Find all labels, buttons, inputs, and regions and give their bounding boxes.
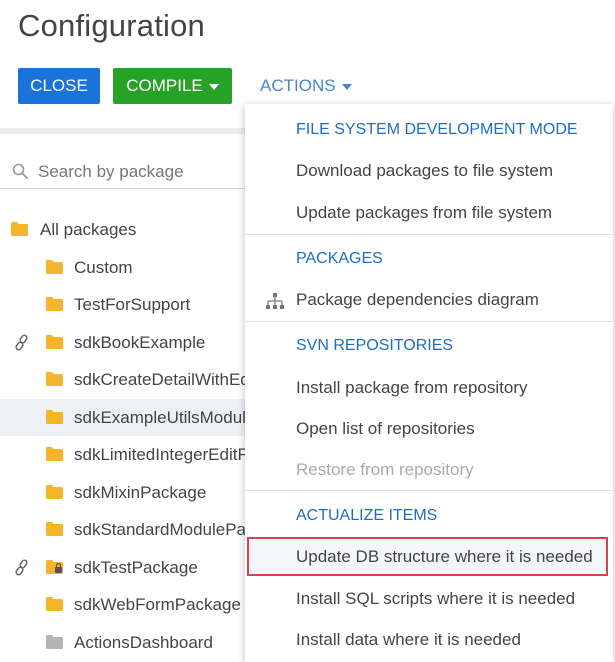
hierarchy-diagram-icon: [266, 293, 284, 309]
menu-item-update-packages[interactable]: Update packages from file system: [245, 194, 613, 234]
menu-item-update-db-structure[interactable]: Update DB structure where it is needed: [245, 538, 613, 578]
tree-item-label: sdkWebFormPackage: [74, 595, 241, 614]
menu-item-label: Install package from repository: [296, 378, 528, 397]
menu-item-label: Update packages from file system: [296, 203, 553, 222]
actions-button-label: ACTIONS: [260, 76, 336, 95]
tree-item[interactable]: sdkStandardModulePa: [0, 511, 247, 549]
actions-button[interactable]: ACTIONS: [260, 68, 360, 104]
menu-item-download-packages[interactable]: Download packages to file system: [245, 152, 613, 192]
tree-item-label: sdkCreateDetailWithEd: [74, 370, 250, 389]
compile-button-label: COMPILE: [126, 76, 203, 95]
tree-item[interactable]: ActionsDashboard: [0, 624, 245, 662]
tree-item-label: All packages: [40, 220, 137, 239]
menu-item-label: Install SQL scripts where it is needed: [296, 589, 576, 608]
folder-icon: [46, 447, 63, 461]
menu-divider: [245, 234, 613, 235]
tree-item-label: sdkStandardModulePa: [74, 520, 247, 539]
menu-item-label: Restore from repository: [296, 460, 474, 479]
menu-section-svn: SVN REPOSITORIES: [245, 327, 613, 367]
page-title: Configuration: [18, 8, 205, 43]
tree-item-all-packages[interactable]: All packages: [0, 211, 245, 249]
folder-icon: [46, 259, 63, 274]
tree-item-label: TestForSupport: [74, 295, 191, 314]
folder-icon: [11, 222, 28, 236]
tree-item[interactable]: sdkWebFormPackage: [0, 586, 245, 624]
menu-item-label: Open list of repositories: [296, 419, 475, 438]
locked-folder-icon: [46, 559, 63, 574]
folder-icon: [46, 334, 63, 349]
package-search: [0, 156, 245, 189]
tree-item[interactable]: sdkBookExample: [0, 324, 245, 362]
tree-item-label: ActionsDashboard: [74, 632, 213, 652]
menu-section-label: PACKAGES: [296, 250, 383, 267]
menu-section-actualize: ACTUALIZE ITEMS: [245, 497, 613, 537]
menu-item-install-from-repository[interactable]: Install package from repository: [245, 369, 613, 409]
compile-button[interactable]: COMPILE: [113, 68, 232, 104]
chevron-down-icon: [341, 83, 352, 90]
tree-item[interactable]: sdkMixinPackage: [0, 474, 245, 512]
search-input[interactable]: [38, 160, 238, 184]
link-icon: [15, 334, 28, 350]
search-icon: [12, 163, 28, 179]
toolbar-separator: [0, 128, 245, 134]
tree-item-label: sdkExampleUtilsModul: [74, 407, 246, 427]
tree-item-selected[interactable]: sdkExampleUtilsModul: [0, 398, 246, 436]
folder-icon: [46, 409, 63, 424]
folder-icon: [46, 372, 63, 386]
chevron-down-icon: [208, 83, 219, 90]
folder-icon: [46, 634, 63, 649]
menu-item-label: Install data where it is needed: [296, 630, 521, 649]
menu-item-install-data[interactable]: Install data where it is needed: [245, 621, 613, 661]
tree-item[interactable]: sdkCreateDetailWithEd: [0, 361, 250, 399]
tree-item-label: sdkLimitedIntegerEditF: [74, 445, 248, 464]
menu-item-label: Download packages to file system: [296, 161, 554, 180]
close-button[interactable]: CLOSE: [18, 68, 100, 104]
menu-section-packages: PACKAGES: [245, 240, 613, 280]
package-tree: All packages Custom TestForSupport sdkBo…: [0, 211, 250, 662]
menu-section-file-system: FILE SYSTEM DEVELOPMENT MODE: [245, 111, 613, 151]
tree-item-label: sdkTestPackage: [74, 557, 198, 577]
tree-item-label: sdkMixinPackage: [74, 482, 207, 502]
menu-divider: [245, 321, 613, 322]
link-icon: [15, 559, 28, 575]
menu-item-open-repositories[interactable]: Open list of repositories: [245, 410, 613, 450]
menu-item-restore-from-repository: Restore from repository: [245, 451, 613, 491]
folder-icon: [46, 597, 63, 611]
folder-icon: [46, 522, 63, 536]
folder-icon: [46, 484, 63, 499]
close-button-label: CLOSE: [30, 76, 88, 95]
menu-divider: [245, 490, 613, 491]
menu-section-label: FILE SYSTEM DEVELOPMENT MODE: [296, 121, 578, 138]
menu-item-dependencies-diagram[interactable]: Package dependencies diagram: [245, 281, 613, 321]
menu-item-install-sql-scripts[interactable]: Install SQL scripts where it is needed: [245, 580, 613, 620]
tree-item[interactable]: TestForSupport: [0, 286, 245, 324]
tree-item[interactable]: Custom: [0, 249, 245, 287]
menu-section-label: SVN REPOSITORIES: [296, 337, 454, 354]
tree-item[interactable]: sdkLimitedIntegerEditF: [0, 436, 248, 474]
tree-item-label: sdkBookExample: [74, 332, 206, 352]
tree-item[interactable]: sdkTestPackage: [0, 549, 245, 587]
tree-item-label: Custom: [74, 257, 133, 277]
folder-icon: [46, 297, 63, 311]
menu-item-label: Update DB structure where it is needed: [296, 547, 593, 566]
menu-item-label: Package dependencies diagram: [296, 290, 539, 309]
actions-dropdown-menu: FILE SYSTEM DEVELOPMENT MODE Download pa…: [245, 104, 613, 662]
menu-section-label: ACTUALIZE ITEMS: [296, 507, 438, 524]
